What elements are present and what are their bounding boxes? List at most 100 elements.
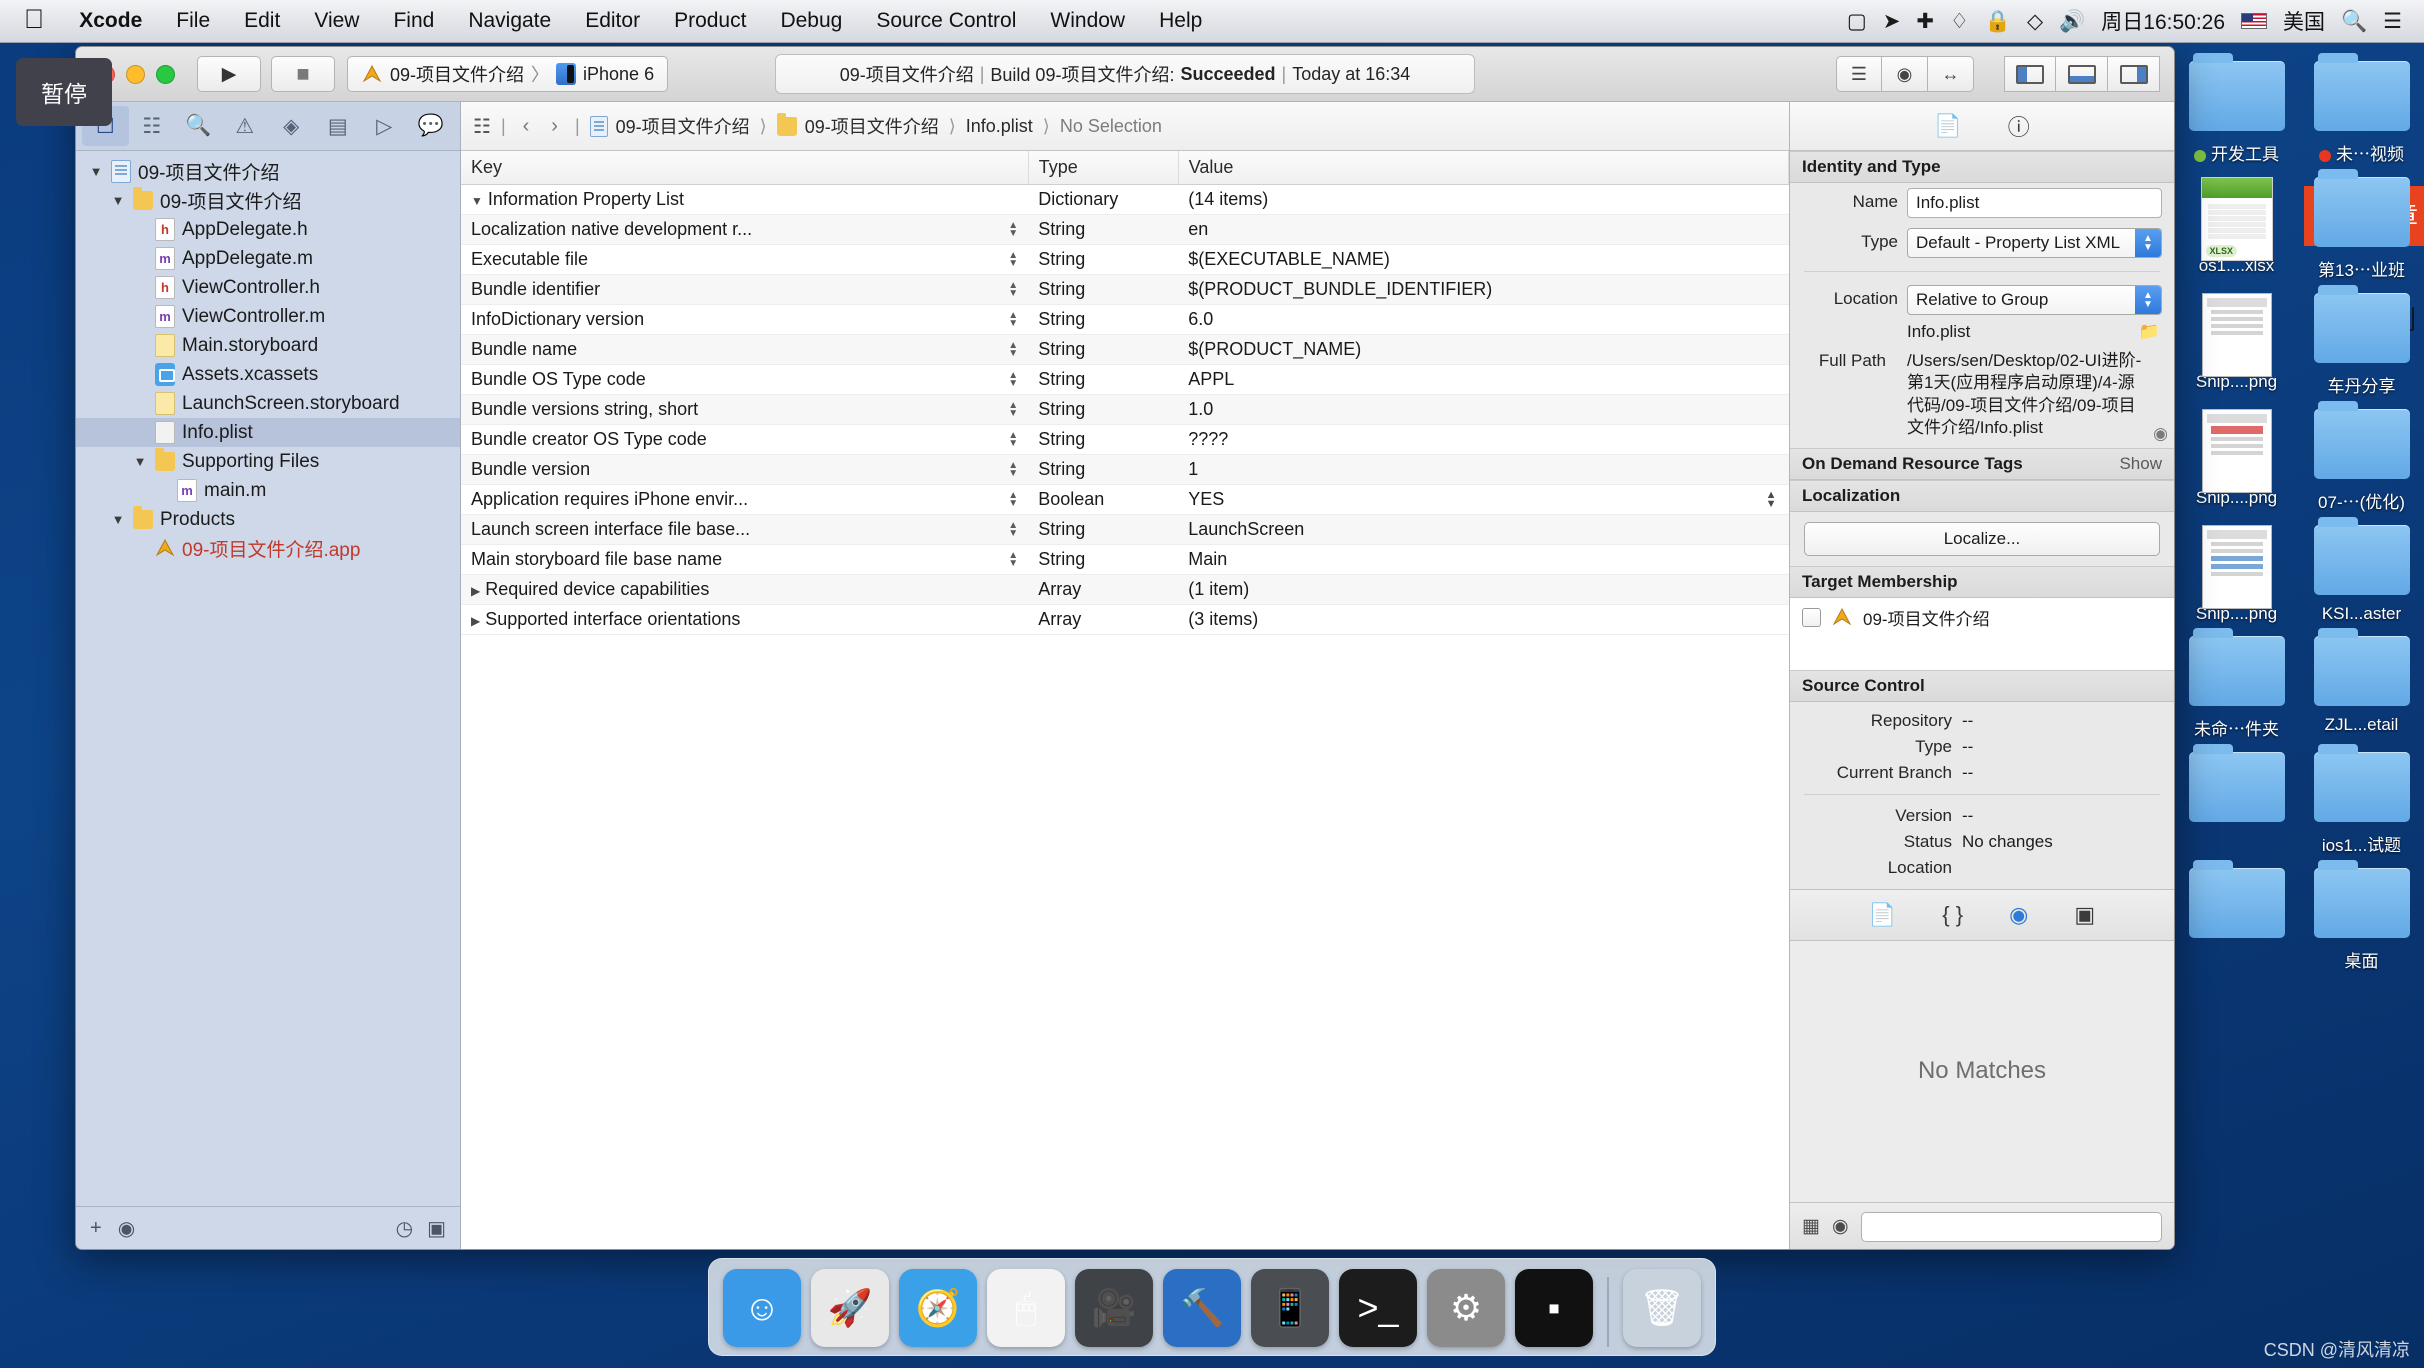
stop-button[interactable]: ■ xyxy=(271,56,335,92)
breadcrumb-selection[interactable]: No Selection xyxy=(1060,116,1162,137)
menu-item-debug[interactable]: Debug xyxy=(763,9,859,33)
tree-item[interactable]: m ViewController.m xyxy=(76,302,460,331)
plist-value-cell[interactable]: YES ▲ ▼ xyxy=(1178,484,1789,515)
plist-type-cell[interactable]: String xyxy=(1028,364,1179,395)
menu-clock[interactable]: 周日16:50:26 xyxy=(2101,6,2225,36)
plist-row[interactable]: InfoDictionary version ▲ ▼ String 6.0 xyxy=(461,304,1789,335)
quicktime-icon[interactable]: 🎥 xyxy=(1075,1269,1153,1347)
plist-type-cell[interactable]: String xyxy=(1028,244,1179,275)
plist-key-cell[interactable]: Application requires iPhone envir... ▲ ▼ xyxy=(461,484,1029,515)
jump-bar[interactable]: ☷ | ‹ › | 09-项目文件介绍 ⟩ 09-项目文件介绍 ⟩ Info.p… xyxy=(461,102,1789,151)
plist-type-cell[interactable]: String xyxy=(1028,394,1179,425)
plist-key-cell[interactable]: Bundle OS Type code ▲ ▼ xyxy=(461,364,1029,395)
filter-toggle-icon[interactable]: ◉ xyxy=(118,1216,135,1241)
plist-type-cell[interactable]: String xyxy=(1028,274,1179,305)
plist-key-cell[interactable]: Localization native development r... ▲ ▼ xyxy=(461,214,1029,245)
apple-menu-icon[interactable]:  xyxy=(0,5,62,37)
plist-row[interactable]: Bundle versions string, short ▲ ▼ String 1.0 xyxy=(461,394,1789,425)
plist-value-cell[interactable]: (14 items) xyxy=(1178,184,1789,215)
disclosure-triangle-icon[interactable]: ▼ xyxy=(88,164,104,179)
tree-item[interactable]: ▼ 09-项目文件介绍 xyxy=(76,157,460,186)
column-header-type[interactable]: Type xyxy=(1028,151,1179,185)
desktop-icon[interactable] xyxy=(2174,744,2299,856)
plist-row[interactable]: Bundle version ▲ ▼ String 1 xyxy=(461,454,1789,485)
project-file-tree[interactable]: ▼ 09-项目文件介绍 ▼ 09-项目文件介绍 h AppDelegate.h m AppDe… xyxy=(76,151,460,1206)
disclosure-triangle-icon[interactable]: ▶ xyxy=(471,584,480,598)
column-header-key[interactable]: Key xyxy=(461,151,1029,185)
menu-item-source-control[interactable]: Source Control xyxy=(859,9,1033,33)
tree-item[interactable]: h ViewController.h xyxy=(76,273,460,302)
minimize-button[interactable] xyxy=(126,64,145,84)
screen-record-icon[interactable]: ▢ xyxy=(1847,11,1867,32)
column-header-value[interactable]: Value xyxy=(1178,151,1789,185)
library-search-input[interactable] xyxy=(1860,1211,2162,1242)
iterm-icon[interactable]: ▪ xyxy=(1515,1269,1593,1347)
menu-item-help[interactable]: Help xyxy=(1142,9,1219,33)
code-snippet-library-icon[interactable]: { } xyxy=(1942,902,1963,928)
plist-key-cell[interactable]: Launch screen interface file base... ▲ ▼ xyxy=(461,514,1029,545)
menu-item-find[interactable]: Find xyxy=(376,9,451,33)
navigator-tab-bar[interactable]: ☐ ☷ 🔍 ⚠ ◈ ▤ ▷ 💬 xyxy=(76,102,460,151)
plist-type-cell[interactable]: Boolean xyxy=(1028,484,1179,515)
object-library-icon[interactable]: ◉ xyxy=(2009,902,2028,928)
forward-icon[interactable]: › xyxy=(544,115,565,138)
finder-icon[interactable]: ☺ xyxy=(723,1269,801,1347)
tree-item[interactable]: Info.plist xyxy=(76,418,460,447)
desktop-icon[interactable]: 未命⋯件夹 xyxy=(2174,628,2299,740)
media-library-icon[interactable]: ▣ xyxy=(2074,902,2095,928)
volume-icon[interactable]: 🔊 xyxy=(2059,11,2085,32)
plist-row[interactable]: Executable file ▲ ▼ String $(EXECUTABLE_NAME… xyxy=(461,244,1789,275)
plist-key-cell[interactable]: InfoDictionary version ▲ ▼ xyxy=(461,304,1029,335)
quick-help-icon[interactable]: ⓘ xyxy=(2008,110,2030,142)
plist-key-cell[interactable]: Executable file ▲ ▼ xyxy=(461,244,1029,275)
plist-value-cell[interactable]: 1 xyxy=(1178,454,1789,485)
related-items-icon[interactable]: ☷ xyxy=(473,114,491,139)
editor-mode-segment[interactable]: ☰ ◉ ↔ xyxy=(1836,56,1974,92)
simulator-icon[interactable]: 📱 xyxy=(1251,1269,1329,1347)
library-filter-icon[interactable]: ◉ xyxy=(1832,1215,1849,1238)
plist-value-cell[interactable]: $(PRODUCT_NAME) xyxy=(1178,334,1789,365)
plist-row[interactable]: Bundle name ▲ ▼ String $(PRODUCT_NAME) xyxy=(461,334,1789,365)
inspector-tab-bar[interactable]: 📄 ⓘ xyxy=(1790,102,2174,151)
plist-value-cell[interactable]: $(PRODUCT_BUNDLE_IDENTIFIER) xyxy=(1178,274,1789,305)
issue-navigator-icon[interactable]: ⚠ xyxy=(222,106,269,146)
desktop-icon[interactable]: 未⋯视频 xyxy=(2299,53,2424,165)
desktop-icon[interactable] xyxy=(2174,860,2299,972)
plist-type-cell[interactable]: Array xyxy=(1028,574,1179,605)
plist-key-cell[interactable]: Bundle version ▲ ▼ xyxy=(461,454,1029,485)
plist-key-cell[interactable]: Bundle identifier ▲ ▼ xyxy=(461,274,1029,305)
desktop-icon[interactable]: 桌面 xyxy=(2299,860,2424,972)
menu-item-navigate[interactable]: Navigate xyxy=(451,9,568,33)
breakpoint-navigator-icon[interactable]: ▷ xyxy=(361,106,408,146)
tree-item[interactable]: 09-项目文件介绍.app xyxy=(76,534,460,563)
plist-type-cell[interactable]: String xyxy=(1028,304,1179,335)
plist-value-cell[interactable]: $(EXECUTABLE_NAME) xyxy=(1178,244,1789,275)
desktop-icon[interactable]: Snip....png xyxy=(2174,287,2299,397)
scheme-selector[interactable]: 09-项目文件介绍 〉 iPhone 6 xyxy=(347,56,669,92)
search-icon[interactable]: 🔍 xyxy=(2341,11,2367,32)
menu-item-editor[interactable]: Editor xyxy=(568,9,657,33)
value-stepper[interactable]: ▲ ▼ xyxy=(1008,280,1018,298)
file-inspector-icon[interactable]: 📄 xyxy=(1934,113,1961,139)
tree-item[interactable]: ▼ Products xyxy=(76,505,460,534)
report-navigator-icon[interactable]: 💬 xyxy=(408,106,455,146)
launchpad-icon[interactable]: 🚀 xyxy=(811,1269,889,1347)
debug-navigator-icon[interactable]: ▤ xyxy=(315,106,362,146)
on-demand-show-button[interactable]: Show xyxy=(2119,454,2162,474)
boolean-stepper[interactable]: ▲ ▼ xyxy=(1766,489,1777,509)
menu-item-product[interactable]: Product xyxy=(657,9,763,33)
desktop-icon[interactable]: Snip....png xyxy=(2174,519,2299,624)
desktop-icon[interactable]: Snip....png xyxy=(2174,403,2299,513)
plist-value-cell[interactable]: (3 items) xyxy=(1178,604,1789,635)
assistant-editor-icon[interactable]: ◉ xyxy=(1882,56,1928,92)
plist-row[interactable]: Main storyboard file base name ▲ ▼ String Ma… xyxy=(461,544,1789,575)
value-stepper[interactable]: ▲ ▼ xyxy=(1008,430,1018,448)
recent-files-filter-icon[interactable]: ◷ xyxy=(396,1216,413,1241)
plist-row[interactable]: Bundle creator OS Type code ▲ ▼ String???? xyxy=(461,424,1789,455)
standard-editor-icon[interactable]: ☰ xyxy=(1836,56,1882,92)
plist-row[interactable]: Localization native development r... ▲ ▼ St… xyxy=(461,214,1789,245)
breadcrumb-group[interactable]: 09-项目文件介绍 xyxy=(805,113,939,139)
library-grid-icon[interactable]: ▦ xyxy=(1802,1215,1820,1238)
source-control-filter-icon[interactable]: ▣ xyxy=(427,1216,446,1241)
disclosure-triangle-icon[interactable]: ▶ xyxy=(471,614,480,628)
